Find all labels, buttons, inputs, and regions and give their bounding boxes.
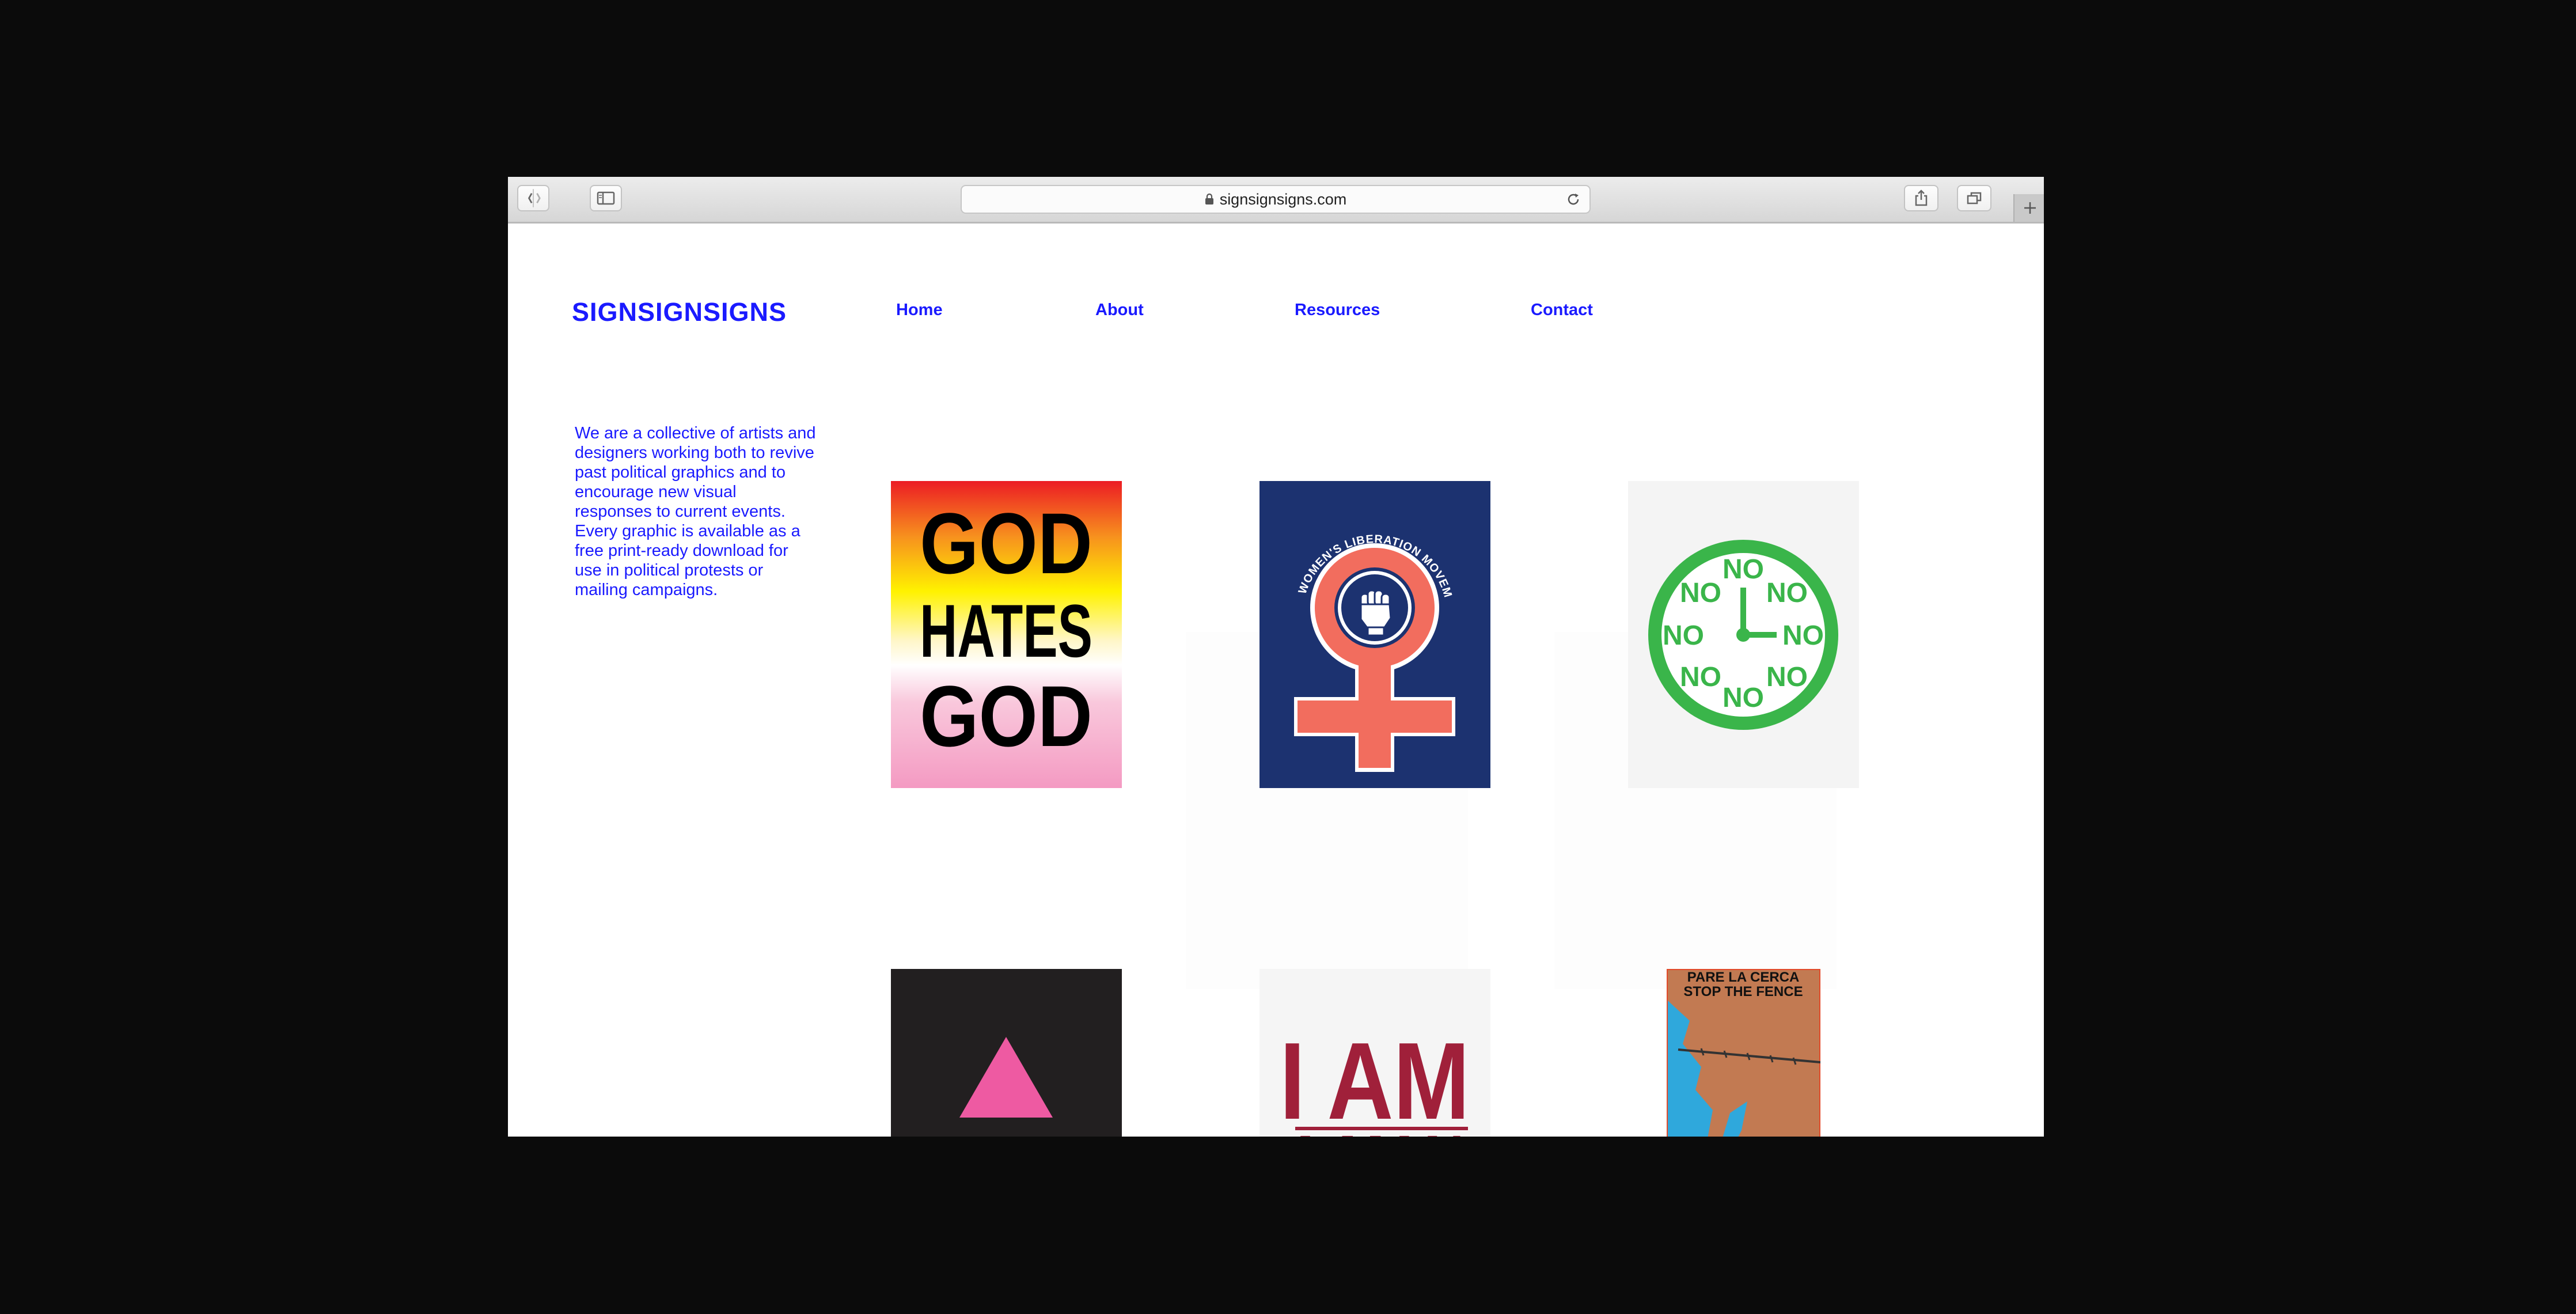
clock-no: NO	[1723, 554, 1764, 585]
plus-icon	[2024, 202, 2036, 214]
browser-toolbar: signsignsigns.com	[508, 177, 2044, 224]
nav-about[interactable]: About	[1095, 301, 1144, 320]
nav-resources[interactable]: Resources	[1295, 301, 1380, 320]
tabs-overview-button[interactable]	[1957, 185, 1991, 211]
sidebar-button[interactable]	[590, 185, 622, 211]
intro-text: We are a collective of artists and desig…	[575, 424, 816, 599]
poster-womens-liberation-art: THE WOMEN'S LIBERATION MOVEMENT	[1259, 481, 1490, 788]
share-icon	[1915, 190, 1928, 206]
poster-i-am-a-man[interactable]: I AM A MAN	[1259, 969, 1490, 1137]
address-bar[interactable]: signsignsigns.com	[961, 185, 1591, 214]
poster-pink-triangle[interactable]	[891, 969, 1122, 1137]
poster-line-2: A MAN	[1285, 1116, 1464, 1137]
poster-stop-the-fence[interactable]: PARE LA CERCA STOP THE FENCE	[1667, 969, 1820, 1137]
poster-line-2: STOP THE FENCE	[1683, 984, 1803, 999]
clock-no: NO	[1680, 662, 1721, 692]
chevron-left-icon	[528, 189, 541, 207]
poster-line-1: PARE LA CERCA	[1687, 970, 1800, 985]
lock-icon	[1205, 194, 1213, 205]
clock-no: NO	[1782, 620, 1824, 651]
poster-line-1: GOD	[920, 495, 1092, 592]
url-text: signsignsigns.com	[1219, 190, 1347, 208]
poster-no-clock-art: NO NO NO NO NO NO NO NO	[1628, 481, 1859, 788]
back-button[interactable]	[517, 185, 549, 211]
poster-line-3: GOD	[920, 668, 1092, 764]
site-logo[interactable]: SIGNSIGNSIGNS	[572, 297, 787, 327]
poster-line-2: HATES	[920, 589, 1092, 673]
poster-god-hates-god-art: GOD HATES GOD	[891, 481, 1122, 788]
poster-i-am-a-man-art: I AM A MAN	[1259, 969, 1490, 1137]
clock-no: NO	[1723, 683, 1764, 713]
sidebar-icon	[597, 191, 615, 205]
clock-no: NO	[1663, 620, 1704, 651]
clock-no: NO	[1766, 578, 1808, 608]
poster-stop-the-fence-art: PARE LA CERCA STOP THE FENCE	[1667, 969, 1820, 1137]
nav-contact[interactable]: Contact	[1531, 301, 1593, 320]
clock-no: NO	[1766, 662, 1808, 692]
new-tab-button[interactable]	[2013, 194, 2044, 222]
poster-god-hates-god[interactable]: GOD HATES GOD	[891, 481, 1122, 788]
nav-home[interactable]: Home	[896, 301, 943, 320]
share-button[interactable]	[1904, 185, 1938, 211]
clock-no: NO	[1680, 578, 1721, 608]
tabs-icon	[1967, 192, 1982, 205]
reload-icon[interactable]	[1565, 191, 1581, 207]
poster-no-clock[interactable]: NO NO NO NO NO NO NO NO	[1628, 481, 1859, 788]
browser-window: signsignsigns.com SIGNSIGNSIGNS Home Abo…	[508, 177, 2044, 1137]
pink-triangle-icon	[959, 1037, 1053, 1118]
poster-womens-liberation[interactable]: THE WOMEN'S LIBERATION MOVEMENT	[1259, 481, 1490, 788]
